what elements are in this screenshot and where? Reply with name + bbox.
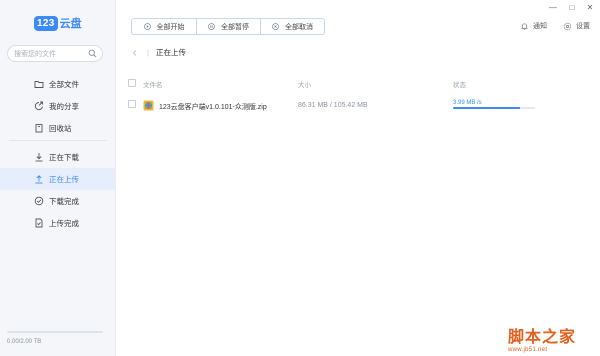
cancel-circle-icon (272, 23, 279, 30)
folder-icon (34, 81, 44, 88)
sidebar-item-download-complete[interactable]: 下载完成 (0, 190, 116, 212)
start-all-label: 全部开始 (156, 23, 185, 31)
watermark: 脚本之家 www.jb51.net (508, 323, 576, 353)
pause-circle-icon (208, 23, 215, 30)
watermark-main: 脚本之家 (508, 327, 577, 346)
search-input[interactable] (14, 48, 88, 60)
pause-all-label: 全部暂停 (221, 23, 249, 31)
sidebar-item-upload-complete[interactable]: 上传完成 (0, 212, 116, 234)
sidebar-item-downloading[interactable]: 正在下载 (0, 146, 116, 168)
file-done-icon (35, 218, 43, 228)
pause-all-button[interactable]: 全部暂停 (196, 19, 260, 34)
sidebar-item-label: 回收站 (49, 123, 72, 133)
column-header-size: 大小 (298, 82, 311, 89)
download-icon (35, 153, 43, 162)
sidebar-item-label: 正在上传 (49, 174, 79, 184)
app-logo: 123 云盘 (34, 15, 82, 31)
cancel-all-label: 全部取消 (285, 23, 313, 31)
storage-usage-text: 0.00/2.00 TB (7, 339, 42, 345)
watermark-url: www.jb51.net (508, 347, 548, 353)
select-all-checkbox[interactable] (128, 79, 136, 87)
sidebar-item-recycle-bin[interactable]: 回收站 (0, 117, 116, 139)
sidebar-item-my-shares[interactable]: 我的分享 (0, 95, 116, 117)
sidebar-item-label: 全部文件 (49, 79, 79, 89)
row-checkbox[interactable] (128, 100, 136, 108)
sidebar-item-label: 我的分享 (49, 101, 79, 111)
settings-button[interactable]: 设置 (563, 21, 590, 31)
search-icon[interactable] (88, 49, 97, 58)
notify-label: 通知 (533, 23, 547, 30)
breadcrumb-current: 正在上传 (155, 48, 186, 57)
sidebar-nav-main: 全部文件 我的分享 回收站 (0, 73, 116, 139)
upload-speed: 3.99 MB /s (453, 100, 482, 106)
sidebar-item-uploading[interactable]: 正在上传 (0, 168, 116, 190)
column-header-name: 文件名 (143, 82, 163, 89)
file-name: 123云盘客户端v1.0.101-众测版.zip (159, 104, 267, 111)
notify-button[interactable]: 通知 (520, 21, 547, 31)
sidebar-nav-transfers: 正在下载 正在上传 下载完成 上传完成 (0, 146, 116, 234)
upload-progress-fill (453, 107, 521, 109)
play-circle-icon (143, 23, 151, 30)
start-all-button[interactable]: 全部开始 (132, 19, 196, 34)
bell-icon (521, 22, 528, 30)
share-icon (34, 101, 43, 111)
check-circle-icon (34, 196, 44, 206)
back-arrow-icon[interactable] (131, 49, 139, 57)
file-size: 86.31 MB / 105.42 MB (298, 102, 368, 109)
storage-usage-bar (7, 331, 103, 333)
column-header-status: 状态 (453, 82, 466, 89)
sidebar-item-all-files[interactable]: 全部文件 (0, 73, 116, 95)
breadcrumb-separator: | (147, 48, 149, 57)
sidebar-item-label: 下载完成 (49, 196, 79, 206)
trash-icon (35, 124, 43, 133)
app-window: 123 云盘 全部文件 我的分享 (0, 0, 600, 356)
close-button[interactable]: ✕ (584, 2, 596, 12)
maximize-button[interactable]: □ (566, 2, 578, 12)
upload-progress-bar (453, 107, 535, 109)
sidebar-item-label: 正在下载 (49, 152, 79, 162)
sidebar-item-label: 上传完成 (49, 218, 79, 228)
settings-label: 设置 (576, 23, 590, 30)
search-box (7, 45, 103, 62)
zip-file-icon (143, 100, 154, 111)
transfer-toolbar: 全部开始 全部暂停 全部取消 (131, 18, 325, 35)
gear-icon (563, 22, 572, 30)
logo-badge: 123 (34, 15, 58, 31)
breadcrumb: | 正在上传 (131, 47, 186, 58)
sidebar-divider (9, 140, 107, 141)
logo-text: 云盘 (59, 18, 82, 30)
minimize-button[interactable]: — (547, 2, 559, 12)
sidebar: 123 云盘 全部文件 我的分享 (0, 0, 116, 356)
upload-icon (35, 175, 43, 184)
cancel-all-button[interactable]: 全部取消 (260, 19, 324, 34)
